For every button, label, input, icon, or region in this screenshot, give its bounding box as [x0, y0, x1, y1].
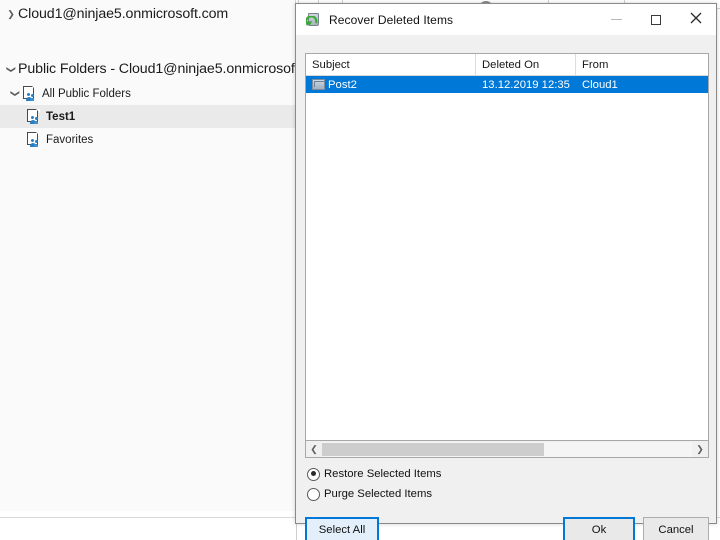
deleted-items-list[interactable]: Subject Deleted On From Post2 13.12.2019… [305, 53, 709, 441]
list-item-row[interactable]: Post2 13.12.2019 12:35 Cloud1 [306, 76, 708, 93]
radio-purge[interactable] [307, 487, 320, 501]
option-label: Restore Selected Items [324, 468, 442, 480]
chevron-down-icon[interactable] [8, 88, 22, 99]
minimize-button[interactable] [596, 4, 636, 35]
column-header-deleted-on[interactable]: Deleted On [476, 54, 576, 75]
recover-deleted-items-dialog: Recover Deleted Items Subject Deleted On… [295, 3, 717, 540]
close-button[interactable] [676, 4, 716, 35]
chevron-right-icon[interactable] [4, 9, 18, 20]
radio-restore[interactable] [307, 467, 320, 481]
select-all-button[interactable]: Select All [305, 517, 379, 540]
tree-item-all-public-folders[interactable]: All Public Folders [0, 82, 296, 105]
window-controls [596, 4, 716, 35]
tree-item-account[interactable]: Cloud1@ninjae5.onmicrosoft.com [0, 0, 296, 28]
screen-root: Cloud1@ninjae5.onmicrosoft.com Public Fo… [0, 0, 720, 540]
account-label: Cloud1@ninjae5.onmicrosoft.com [18, 6, 229, 22]
public-folder-icon [22, 86, 37, 101]
maximize-button[interactable] [636, 4, 676, 35]
tree-item-test1[interactable]: Test1 [0, 105, 296, 128]
dialog-title: Recover Deleted Items [329, 12, 454, 27]
option-restore-selected-items[interactable]: Restore Selected Items [307, 465, 441, 483]
option-label: Purge Selected Items [324, 488, 433, 500]
scrollbar-thumb[interactable] [322, 442, 544, 456]
cell-from: Cloud1 [576, 79, 708, 91]
chevron-right-icon[interactable]: ❯ [692, 442, 708, 457]
tree-item-label: Test1 [46, 110, 76, 123]
maximize-icon [651, 14, 661, 25]
close-icon [690, 11, 702, 29]
cell-deleted-on: 13.12.2019 12:35 [476, 79, 576, 91]
tree-item-favorites[interactable]: Favorites [0, 128, 296, 151]
cell-from-label: Cloud1 [582, 78, 618, 91]
column-header-label: Deleted On [482, 58, 540, 71]
tree-item-label: Favorites [46, 133, 94, 146]
folder-tree: Cloud1@ninjae5.onmicrosoft.com Public Fo… [0, 0, 329, 151]
column-header-label: Subject [312, 58, 350, 71]
cell-subject-label: Post2 [328, 78, 357, 91]
ok-button[interactable]: Ok [563, 517, 635, 540]
minimize-icon [610, 19, 622, 20]
column-header-from[interactable]: From [576, 54, 708, 75]
chevron-left-icon[interactable]: ❮ [306, 442, 322, 457]
tree-item-label: All Public Folders [42, 87, 131, 100]
chevron-down-icon[interactable] [4, 64, 18, 75]
column-header-label: From [582, 58, 609, 71]
option-purge-selected-items[interactable]: Purge Selected Items [307, 485, 441, 503]
list-header-row: Subject Deleted On From [306, 54, 708, 76]
list-horizontal-scrollbar[interactable]: ❮ ❯ [305, 441, 709, 458]
public-folders-label: Public Folders - Cloud1@ninjae5.onmicros… [18, 61, 329, 77]
tree-item-public-folders[interactable]: Public Folders - Cloud1@ninjae5.onmicros… [0, 56, 329, 82]
cancel-button[interactable]: Cancel [643, 517, 709, 540]
message-icon [312, 79, 325, 90]
public-folder-icon [26, 132, 41, 147]
public-folder-icon [26, 109, 41, 124]
cell-deleted-on-label: 13.12.2019 12:35 [482, 78, 570, 91]
action-options: Restore Selected Items Purge Selected It… [307, 465, 441, 505]
dialog-title-bar[interactable]: Recover Deleted Items [296, 4, 716, 36]
scrollbar-track[interactable] [322, 441, 692, 457]
cell-subject: Post2 [306, 79, 476, 91]
column-header-subject[interactable]: Subject [306, 54, 476, 75]
recover-deleted-items-icon [305, 11, 322, 28]
